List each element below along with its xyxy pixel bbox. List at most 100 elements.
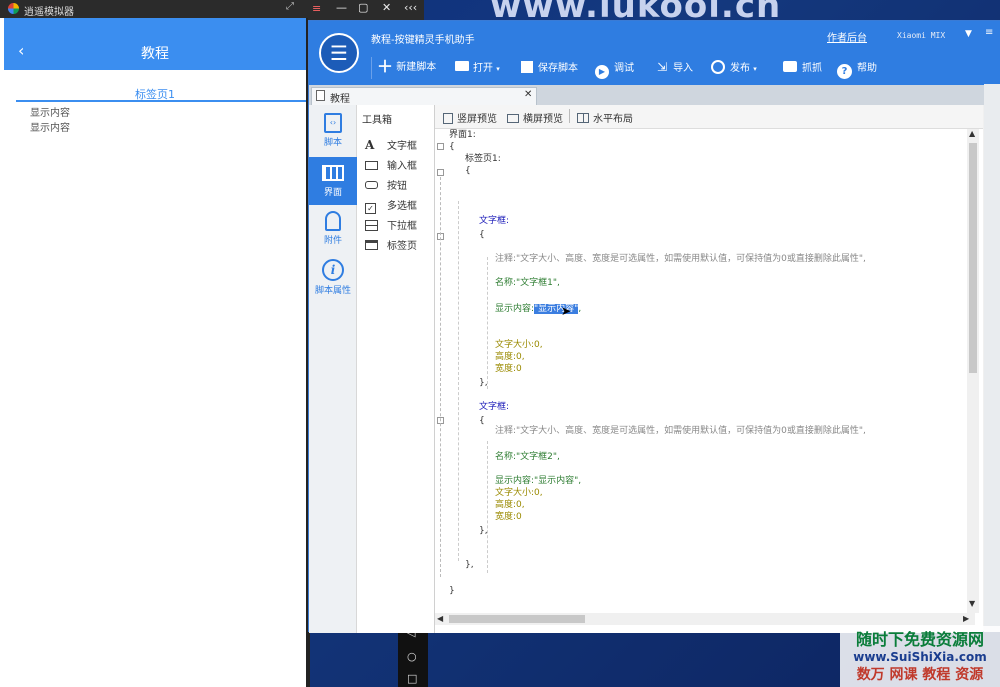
new-script-button[interactable]: ＋ 新建脚本: [377, 59, 436, 75]
open-button[interactable]: 打开 ▾: [455, 59, 500, 74]
code-line: 标签页1:: [465, 153, 501, 165]
scroll-right-icon[interactable]: ▶: [963, 614, 969, 623]
code-line: 宽度:0: [495, 363, 522, 375]
toolbox-title: 工具箱: [362, 111, 392, 126]
toolbox-item-button[interactable]: 按钮: [365, 177, 433, 193]
horizontal-layout-button[interactable]: 水平布局: [577, 110, 633, 125]
input-icon: [365, 161, 378, 170]
save-script-button[interactable]: 保存脚本: [521, 59, 578, 74]
emulator-controls: ≡ — ▢ ✕ ‹‹‹: [308, 0, 424, 20]
menu-icon[interactable]: ≡: [312, 2, 321, 15]
toolbox-item-dropdown[interactable]: 下拉框: [365, 217, 433, 233]
indent-guide: [487, 257, 488, 389]
code-line: {: [479, 229, 485, 241]
code-line: },: [465, 559, 474, 571]
open-dropdown-icon[interactable]: ▾: [496, 65, 500, 73]
maximize-icon[interactable]: ▢: [358, 1, 368, 14]
landscape-label: 横屏预览: [523, 114, 563, 125]
code-line: 注释:"文字大小、高度、宽度是可选属性，如需使用默认值，可保持值为0或直接删除此…: [495, 425, 866, 437]
nav-item-script[interactable]: ‹› 脚本: [309, 111, 357, 155]
toolbox-item-textbox[interactable]: A文字框: [365, 137, 433, 153]
import-label: 导入: [673, 63, 693, 74]
indent-guide: [458, 201, 459, 561]
code-line: 文字框:: [479, 215, 509, 227]
toolbox-label-textbox: 文字框: [387, 141, 417, 152]
collapse-icon[interactable]: ‹‹‹: [404, 1, 417, 14]
columns-icon: [577, 113, 589, 123]
layout-icon: [322, 165, 344, 181]
nav-home-icon[interactable]: ○: [407, 650, 417, 663]
watermark-line-3: 数万 网课 教程 资源: [840, 664, 1000, 684]
play-icon: ▶: [595, 65, 609, 79]
document-tab[interactable]: 教程 ✕: [311, 87, 537, 105]
fold-icon[interactable]: [437, 143, 444, 150]
nav-label-attachment: 附件: [309, 233, 357, 246]
backend-link[interactable]: 作者后台: [827, 29, 867, 44]
help-button[interactable]: ?帮助: [837, 59, 877, 79]
editor-title: 教程-按键精灵手机助手: [371, 31, 475, 46]
document-tabbar: 教程 ✕: [309, 85, 1000, 105]
nav-label-properties: 脚本属性: [309, 283, 357, 296]
landscape-icon: [507, 114, 519, 123]
import-button[interactable]: ⇲导入: [657, 59, 693, 74]
nav-item-attachment[interactable]: 附件: [309, 209, 357, 255]
capture-button[interactable]: 抓抓: [783, 59, 822, 74]
code-selection[interactable]: "显示内容": [534, 304, 578, 314]
device-dropdown-icon[interactable]: ▼: [965, 29, 972, 39]
fullscreen-icon[interactable]: ⤢: [286, 1, 294, 12]
scroll-down-icon[interactable]: ▼: [969, 599, 975, 608]
app-menu-button[interactable]: ☰: [319, 33, 359, 73]
code-key: 显示内容:: [495, 304, 534, 314]
debug-button[interactable]: ▶调试: [595, 59, 634, 79]
scroll-up-icon[interactable]: ▲: [969, 129, 975, 138]
portrait-label: 竖屏预览: [457, 114, 497, 125]
button-icon: [365, 181, 378, 189]
left-nav: ‹› 脚本 界面 附件 i 脚本属性: [309, 105, 357, 633]
publish-label: 发布: [730, 63, 750, 74]
minimize-icon[interactable]: —: [336, 1, 347, 14]
scroll-left-icon[interactable]: ◀: [437, 614, 443, 623]
code-line: {: [465, 165, 471, 177]
tab-indicator: [16, 100, 306, 102]
fold-icon[interactable]: [437, 169, 444, 176]
code-line: 文字大小:0,: [495, 339, 543, 351]
tab-close-icon[interactable]: ✕: [524, 89, 532, 100]
nav-item-layout[interactable]: 界面: [309, 157, 357, 205]
close-icon[interactable]: ✕: [382, 1, 391, 14]
toolbox-item-tab[interactable]: 标签页: [365, 237, 433, 253]
editor-header: ☰ 教程-按键精灵手机助手 作者后台 Xiaomi MIX ▼ ≡ ＋ 新建脚本…: [309, 21, 1000, 85]
toolbox-label-button: 按钮: [387, 181, 407, 192]
fold-guide: [440, 177, 441, 577]
watermark-bottom: 随时下免费资源网 www.SuiShiXia.com 数万 网课 教程 资源: [840, 626, 1000, 687]
scroll-thumb[interactable]: [969, 143, 977, 373]
publish-dropdown-icon[interactable]: ▾: [753, 65, 757, 73]
code-line: 名称:"文字框2",: [495, 451, 560, 463]
display-text-1: 显示内容: [30, 104, 70, 119]
publish-button[interactable]: 发布 ▾: [711, 59, 757, 74]
code-line: },: [479, 525, 488, 537]
nav-recent-icon[interactable]: □: [407, 672, 417, 685]
header-menu-icon[interactable]: ≡: [985, 27, 993, 38]
hscroll-thumb[interactable]: [449, 615, 585, 623]
code-line: 文字框:: [479, 401, 509, 413]
emulator-titlebar: 逍遥模拟器 ⤢: [0, 0, 310, 18]
device-name[interactable]: Xiaomi MIX: [897, 31, 945, 40]
emulator-app-bar: ‹ 教程: [4, 34, 306, 70]
code-line: 显示内容:"显示内容",: [495, 475, 581, 487]
code-editor[interactable]: 界面1: { 标签页1: { 文字框: { 注释:"文字大小、高度、宽度是可选属…: [435, 129, 975, 609]
script-icon: ‹›: [324, 113, 342, 133]
vertical-scrollbar[interactable]: ▲ ▼: [967, 129, 979, 613]
mouse-cursor-icon: ➤: [561, 305, 571, 317]
toolbox-item-checkbox[interactable]: ✓多选框: [365, 197, 433, 213]
code-line: 注释:"文字大小、高度、宽度是可选属性，如需使用默认值，可保持值为0或直接删除此…: [495, 253, 866, 265]
toolbar: ＋ 新建脚本 打开 ▾ 保存脚本 ▶调试 ⇲导入 发布 ▾ 抓抓 ?帮助: [375, 59, 995, 79]
attachment-icon: [325, 211, 341, 231]
landscape-preview-button[interactable]: 横屏预览: [507, 110, 563, 125]
toolbox-panel: 工具箱 A文字框 输入框 按钮 ✓多选框 下拉框 标签页: [357, 105, 435, 633]
nav-item-properties[interactable]: i 脚本属性: [309, 259, 357, 305]
toolbox-item-input[interactable]: 输入框: [365, 157, 433, 173]
horizontal-scrollbar[interactable]: ◀ ▶: [435, 613, 975, 625]
portrait-icon: [443, 113, 453, 124]
toolbox-label-dropdown: 下拉框: [387, 221, 417, 232]
portrait-preview-button[interactable]: 竖屏预览: [443, 110, 497, 125]
